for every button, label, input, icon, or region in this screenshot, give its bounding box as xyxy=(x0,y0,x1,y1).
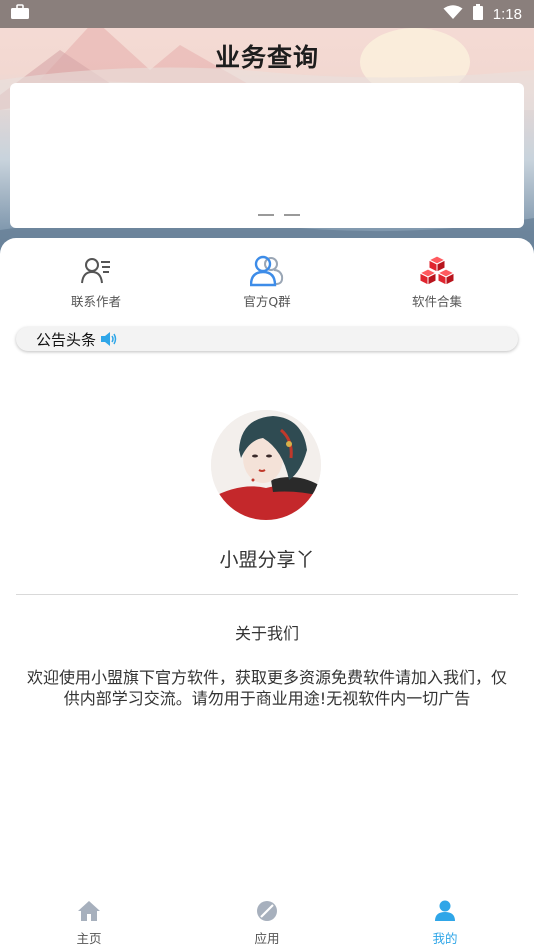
quick-action-contact-author[interactable]: 联系作者 xyxy=(41,254,151,310)
quick-action-software-collection[interactable]: 软件合集 xyxy=(382,254,492,310)
bottom-tab-bar: 主页 应用 我的 xyxy=(0,890,534,949)
tab-label: 我的 xyxy=(432,931,458,946)
avatar[interactable] xyxy=(211,410,321,520)
status-time: 1:18 xyxy=(492,5,522,23)
software-collection-icon xyxy=(382,254,492,288)
quick-action-label: 联系作者 xyxy=(70,294,121,309)
banner-carousel[interactable] xyxy=(10,83,524,228)
quick-action-label: 官方Q群 xyxy=(243,294,291,309)
battery-icon xyxy=(472,4,483,24)
divider xyxy=(16,594,518,595)
quick-action-qq-group[interactable]: 官方Q群 xyxy=(212,254,322,310)
notice-label: 公告头条 xyxy=(36,330,97,349)
apps-icon xyxy=(256,900,278,926)
notice-bar[interactable]: 公告头条 xyxy=(16,327,518,351)
banner-indicator xyxy=(258,214,300,216)
tab-apps[interactable]: 应用 xyxy=(178,890,356,949)
about-text: 欢迎使用小盟旗下官方软件，获取更多资源免费软件请加入我们，仅供内部学习交流。请勿… xyxy=(26,668,507,708)
home-icon xyxy=(77,900,101,926)
page-title: 业务查询 xyxy=(214,43,319,72)
tab-label: 主页 xyxy=(76,931,102,946)
profile-nickname: 小盟分享丫 xyxy=(219,549,315,571)
quick-action-label: 软件合集 xyxy=(411,294,462,309)
profile-icon xyxy=(434,900,456,926)
tab-label: 应用 xyxy=(254,931,280,946)
contact-author-icon xyxy=(41,254,151,288)
status-bar: 1:18 xyxy=(0,0,534,28)
briefcase-icon xyxy=(10,4,30,24)
tab-home[interactable]: 主页 xyxy=(0,890,178,949)
wifi-icon xyxy=(443,4,463,24)
about-title: 关于我们 xyxy=(234,624,299,643)
qq-group-icon xyxy=(212,254,322,288)
speaker-icon xyxy=(101,332,117,346)
tab-profile[interactable]: 我的 xyxy=(356,890,534,949)
